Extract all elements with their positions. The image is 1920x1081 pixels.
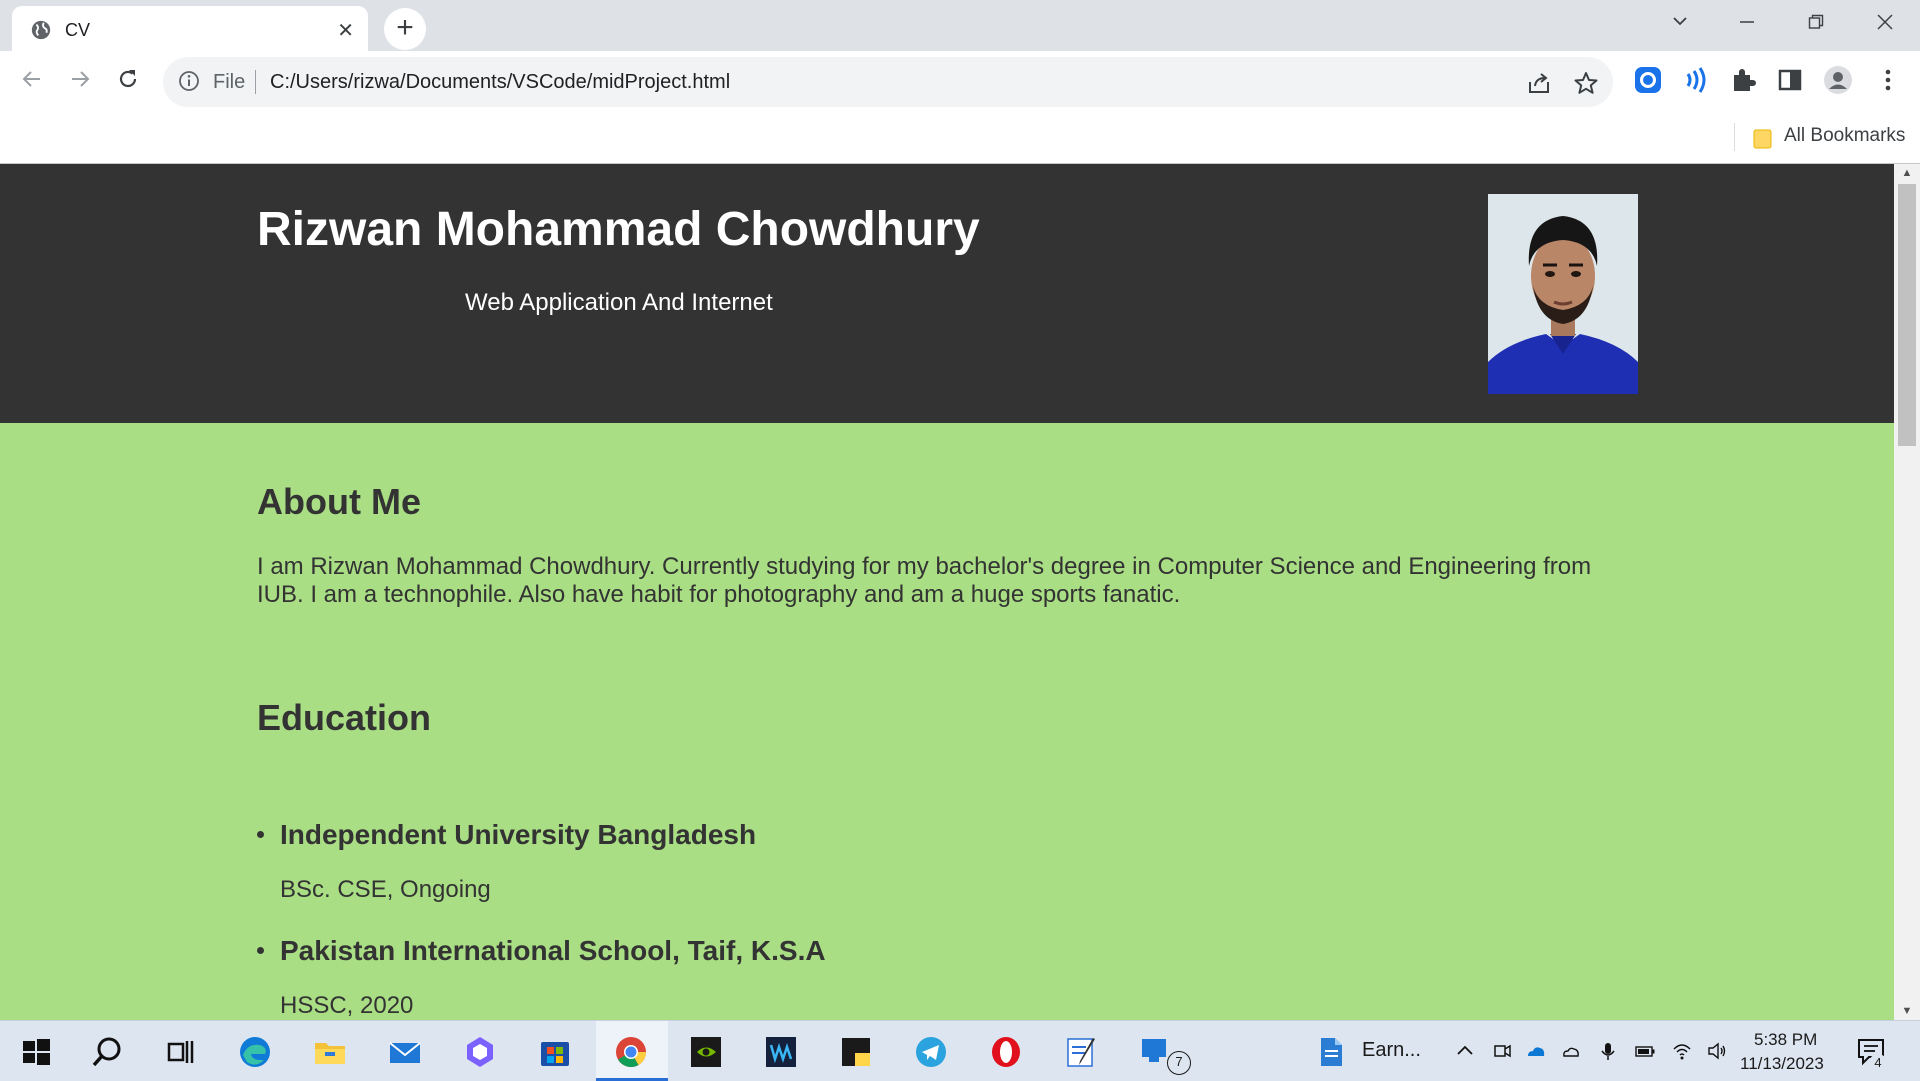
extensions-puzzle-icon[interactable] bbox=[1728, 65, 1758, 95]
bookmarks-bar: All Bookmarks bbox=[0, 113, 1920, 164]
address-bar[interactable]: File C:/Users/rizwa/Documents/VSCode/mid… bbox=[163, 57, 1613, 107]
extension-read-aloud-icon[interactable] bbox=[1680, 65, 1710, 95]
portrait-image bbox=[1488, 194, 1638, 394]
url-text[interactable]: C:/Users/rizwa/Documents/VSCode/midProje… bbox=[270, 71, 730, 94]
bookmarks-separator bbox=[1734, 123, 1735, 151]
clock-date[interactable]: 11/13/2023 bbox=[1740, 1054, 1824, 1074]
scrollbar-thumb[interactable] bbox=[1898, 184, 1916, 446]
nvidia-icon[interactable] bbox=[689, 1035, 723, 1069]
tab-title: CV bbox=[65, 20, 91, 40]
degree-text: BSc. CSE, Ongoing bbox=[280, 876, 491, 903]
cv-header: Rizwan Mohammad Chowdhury Web Applicatio… bbox=[0, 164, 1894, 423]
reload-icon[interactable] bbox=[111, 65, 145, 99]
meet-now-icon[interactable] bbox=[1492, 1041, 1512, 1061]
page-title: Rizwan Mohammad Chowdhury bbox=[257, 203, 980, 256]
school-name: Independent University Bangladesh bbox=[280, 819, 757, 850]
chevron-up-icon[interactable] bbox=[1455, 1041, 1475, 1061]
list-item: Pakistan International School, Taif, K.S… bbox=[257, 935, 1627, 1020]
back-icon[interactable] bbox=[15, 65, 49, 99]
folder-icon bbox=[1753, 129, 1772, 149]
task-view-icon[interactable] bbox=[163, 1035, 197, 1069]
extension-lens-icon[interactable] bbox=[1633, 65, 1663, 95]
bullet-icon bbox=[257, 831, 264, 838]
edge-browser-icon[interactable] bbox=[238, 1035, 272, 1069]
cloud-sync-icon[interactable] bbox=[1561, 1041, 1581, 1061]
file-explorer-icon[interactable] bbox=[313, 1035, 347, 1069]
volume-icon[interactable] bbox=[1707, 1041, 1727, 1061]
school-name: Pakistan International School, Taif, K.S… bbox=[280, 935, 826, 966]
bookmark-star-icon[interactable] bbox=[1573, 70, 1599, 96]
wifi-icon[interactable] bbox=[1672, 1041, 1692, 1061]
menu-kebab-icon[interactable] bbox=[1873, 65, 1903, 95]
browser-toolbar: File C:/Users/rizwa/Documents/VSCode/mid… bbox=[0, 51, 1920, 113]
scheme-label: File bbox=[213, 71, 246, 93]
search-icon[interactable] bbox=[90, 1035, 124, 1069]
close-tab-icon[interactable]: ✕ bbox=[337, 18, 354, 43]
windows-taskbar: 7 Earn... 5:38 PM 11/13/2023 4 bbox=[0, 1020, 1920, 1081]
tab-strip: CV ✕ + bbox=[0, 0, 1920, 51]
telegram-icon[interactable] bbox=[914, 1035, 948, 1069]
about-text: I am Rizwan Mohammad Chowdhury. Currentl… bbox=[257, 553, 1592, 608]
all-bookmarks-link[interactable]: All Bookmarks bbox=[1784, 125, 1905, 147]
bullet-icon bbox=[257, 947, 264, 954]
scroll-down-icon[interactable]: ▼ bbox=[1894, 1002, 1920, 1020]
microphone-icon[interactable] bbox=[1598, 1041, 1618, 1061]
microsoft-store-icon[interactable] bbox=[538, 1035, 572, 1069]
battery-icon[interactable] bbox=[1635, 1041, 1655, 1061]
copilot-hexagon-icon[interactable] bbox=[463, 1035, 497, 1069]
about-heading: About Me bbox=[257, 481, 421, 522]
notepad-icon[interactable] bbox=[1064, 1035, 1098, 1069]
windows-start-icon[interactable] bbox=[19, 1035, 53, 1069]
close-window-icon[interactable] bbox=[1865, 8, 1905, 38]
restore-icon[interactable] bbox=[1796, 8, 1836, 38]
address-separator bbox=[255, 70, 256, 94]
onedrive-icon[interactable] bbox=[1526, 1041, 1546, 1061]
side-panel-icon[interactable] bbox=[1775, 65, 1805, 95]
mail-icon[interactable] bbox=[388, 1035, 422, 1069]
tab-search-chevron-icon[interactable] bbox=[1660, 8, 1700, 38]
profile-avatar-icon[interactable] bbox=[1823, 65, 1853, 95]
tab-cv[interactable]: CV ✕ bbox=[12, 6, 368, 51]
site-info-icon[interactable] bbox=[178, 70, 200, 92]
minimize-icon[interactable] bbox=[1727, 8, 1767, 38]
page-viewport: Rizwan Mohammad Chowdhury Web Applicatio… bbox=[0, 164, 1894, 1020]
list-item: Independent University Bangladesh BSc. C… bbox=[257, 819, 1627, 935]
taskbar-app-label[interactable]: Earn... bbox=[1362, 1039, 1421, 1062]
app-badge: 7 bbox=[1167, 1051, 1191, 1075]
chrome-icon[interactable] bbox=[614, 1035, 648, 1069]
page-subtitle: Web Application And Internet bbox=[465, 289, 773, 316]
education-list: Independent University Bangladesh BSc. C… bbox=[257, 819, 1627, 1020]
share-icon[interactable] bbox=[1526, 70, 1552, 96]
degree-text: HSSC, 2020 bbox=[280, 992, 414, 1019]
profile-photo bbox=[1488, 194, 1638, 394]
waves-audio-icon[interactable] bbox=[764, 1035, 798, 1069]
clock-time[interactable]: 5:38 PM bbox=[1754, 1030, 1817, 1050]
opera-icon[interactable] bbox=[989, 1035, 1023, 1069]
notification-badge: 4 bbox=[1869, 1054, 1887, 1072]
sticky-notes-icon[interactable] bbox=[839, 1035, 873, 1069]
globe-icon bbox=[31, 20, 51, 40]
education-heading: Education bbox=[257, 697, 432, 738]
scroll-up-icon[interactable]: ▲ bbox=[1894, 164, 1920, 182]
document-app-icon[interactable] bbox=[1314, 1035, 1348, 1069]
page-scrollbar[interactable]: ▲ ▼ bbox=[1894, 164, 1920, 1020]
new-tab-button[interactable]: + bbox=[384, 8, 426, 50]
forward-icon[interactable] bbox=[63, 65, 97, 99]
